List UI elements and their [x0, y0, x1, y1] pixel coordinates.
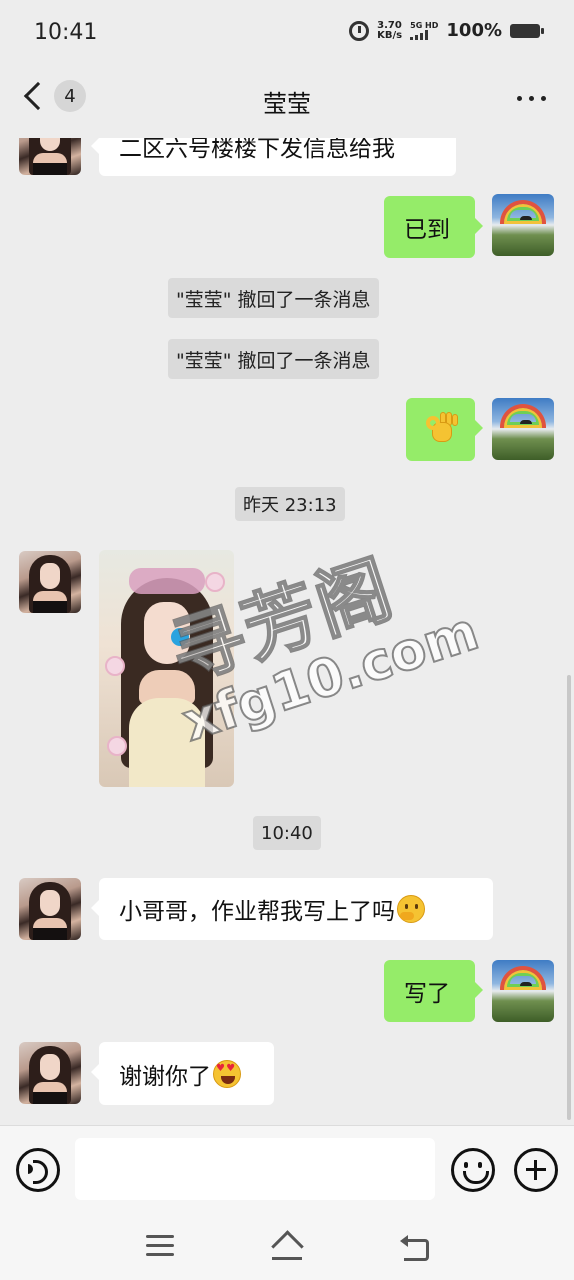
- voice-input-button[interactable]: [16, 1148, 60, 1192]
- message-text: 已到: [404, 217, 450, 243]
- thinking-face-icon: [397, 895, 425, 923]
- message-bubble-outgoing[interactable]: [406, 398, 483, 461]
- signal-icon: 5G HD: [410, 21, 438, 40]
- scrollbar[interactable]: [567, 675, 571, 1120]
- home-key-icon[interactable]: [270, 1233, 304, 1261]
- system-navigation-bar: [0, 1215, 574, 1280]
- recall-notice: "莹莹" 撤回了一条消息: [168, 339, 379, 379]
- message-bubble-incoming[interactable]: 二区六号楼楼下发信息给我: [91, 138, 456, 176]
- image-message[interactable]: [99, 550, 234, 787]
- sticker-icon: [107, 736, 127, 756]
- net-speed-unit: KB/s: [377, 29, 403, 41]
- contact-avatar[interactable]: [19, 551, 81, 613]
- chat-header: 4 莹莹: [0, 66, 574, 138]
- message-text: 写了: [404, 981, 450, 1007]
- contact-avatar[interactable]: [19, 1042, 81, 1104]
- more-dots-icon: [517, 96, 522, 101]
- timestamp: 昨天 23:13: [235, 487, 345, 521]
- emoji-button[interactable]: [451, 1148, 495, 1192]
- self-avatar[interactable]: [492, 960, 554, 1022]
- message-bubble-outgoing[interactable]: 写了: [384, 960, 483, 1022]
- message-text: 谢谢你了: [119, 1063, 211, 1090]
- heart-eyes-icon: [213, 1059, 241, 1088]
- contact-avatar[interactable]: [19, 878, 81, 940]
- net-speed: 3.70 KB/s: [377, 19, 403, 41]
- telegram-icon: [171, 628, 189, 646]
- message-bubble-incoming[interactable]: 小哥哥，作业帮我写上了吗: [91, 878, 493, 940]
- message-bubble-outgoing[interactable]: 已到: [384, 196, 483, 258]
- battery-percent: 100%: [446, 20, 502, 41]
- more-actions-button[interactable]: [514, 1148, 558, 1192]
- battery-icon: [510, 23, 544, 38]
- timestamp: 10:40: [253, 816, 321, 850]
- recall-notice: "莹莹" 撤回了一条消息: [168, 278, 379, 318]
- message-text: 小哥哥，作业帮我写上了吗: [119, 899, 395, 925]
- chat-message-list[interactable]: 二区六号楼楼下发信息给我 已到 "莹莹" 撤回了一条消息 "莹莹" 撤回了一条消…: [0, 138, 574, 1125]
- chat-title: 莹莹: [263, 90, 311, 118]
- sticker-icon: [105, 656, 125, 676]
- self-avatar[interactable]: [492, 194, 554, 256]
- net-speed-value: 3.70: [377, 19, 402, 31]
- alarm-icon: [349, 20, 370, 41]
- more-options-button[interactable]: [517, 96, 546, 101]
- message-input[interactable]: [75, 1138, 435, 1200]
- sticker-icon: [205, 572, 225, 592]
- self-avatar[interactable]: [492, 398, 554, 460]
- contact-avatar[interactable]: [19, 138, 81, 175]
- ok-hand-icon: [426, 412, 458, 444]
- message-text: 二区六号楼楼下发信息给我: [119, 138, 395, 162]
- back-key-icon[interactable]: [400, 1235, 430, 1261]
- menu-key-icon[interactable]: [146, 1235, 174, 1257]
- message-input-bar: [0, 1125, 574, 1215]
- status-bar: 10:41 3.70 KB/s 5G HD 100%: [0, 0, 574, 66]
- status-icons: 3.70 KB/s 5G HD 100%: [349, 19, 544, 41]
- signal-label: 5G HD: [410, 21, 439, 30]
- message-bubble-incoming[interactable]: 谢谢你了: [91, 1042, 274, 1105]
- status-time: 10:41: [34, 20, 98, 45]
